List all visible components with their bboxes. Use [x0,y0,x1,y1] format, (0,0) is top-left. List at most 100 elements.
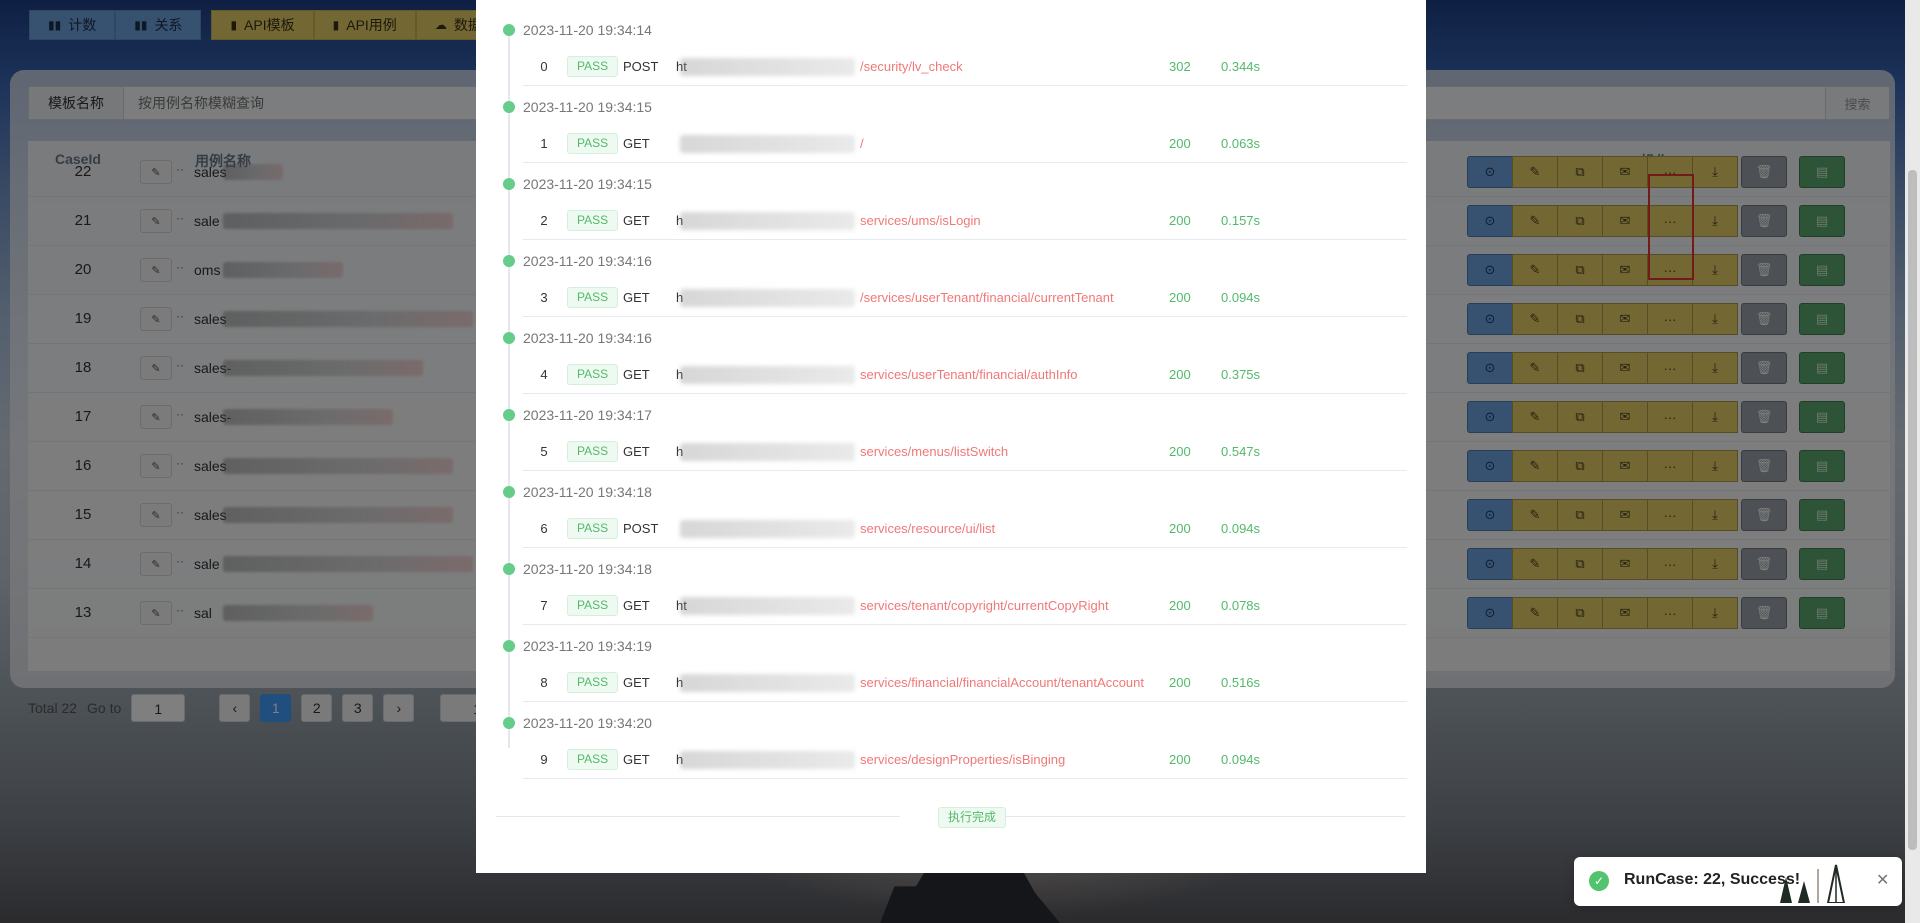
redacted-host [680,366,855,384]
duration: 0.078s [1221,598,1261,613]
timeline-dot [503,255,515,267]
close-icon[interactable]: ✕ [1876,870,1889,890]
timeline-dot [503,640,515,652]
timestamp: 2023-11-20 19:34:15 [523,99,652,115]
check-circle-icon: ✓ [1589,871,1609,891]
request-path[interactable]: /security/lv_check [860,59,963,74]
timeline-entry: 2023-11-20 19:34:18 7 PASS GET ht servic… [500,549,1407,626]
timeline-dot [503,717,515,729]
status-badge: PASS [567,518,619,539]
request-path[interactable]: services/financial/financialAccount/tena… [860,675,1144,690]
redacted-host [680,135,855,153]
timeline-dot [503,563,515,575]
pine-trees-icon [1780,864,1846,903]
timeline-entry: 2023-11-20 19:34:19 8 PASS GET h service… [500,626,1407,703]
redacted-host [680,289,855,307]
request-line: 5 PASS GET h services/menus/listSwitch 2… [523,435,1407,471]
duration: 0.375s [1221,367,1261,382]
request-line: 0 PASS POST ht /security/lv_check 302 0.… [523,50,1407,86]
status-badge: PASS [567,133,619,154]
request-index: 8 [540,675,548,690]
status-code: 200 [1169,521,1191,536]
done-divider: 执行完成 [496,805,1406,829]
status-badge: PASS [567,441,619,462]
duration: 0.547s [1221,444,1261,459]
redacted-host [680,443,855,461]
timeline-dot [503,409,515,421]
request-line: 3 PASS GET h /services/userTenant/financ… [523,281,1407,317]
duration: 0.344s [1221,59,1261,74]
divider-line [496,816,900,817]
request-line: 7 PASS GET ht services/tenant/copyright/… [523,589,1407,625]
status-badge: PASS [567,287,619,308]
timeline-entry: 2023-11-20 19:34:18 6 PASS POST services… [500,472,1407,549]
timeline-dot [503,178,515,190]
request-line: 2 PASS GET h services/ums/isLogin 200 0.… [523,204,1407,240]
status-code: 200 [1169,675,1191,690]
http-method: GET [623,290,650,305]
request-path[interactable]: / [860,136,864,151]
request-index: 5 [540,444,548,459]
timeline-dot [503,101,515,113]
request-line: 9 PASS GET h services/designProperties/i… [523,743,1407,779]
request-path[interactable]: /services/userTenant/financial/currentTe… [860,290,1114,305]
status-code: 200 [1169,444,1191,459]
timeline-entry: 2023-11-20 19:34:15 1 PASS GET / 200 0.0… [500,87,1407,164]
request-line: 4 PASS GET h services/userTenant/financi… [523,358,1407,394]
status-badge: PASS [567,364,619,385]
request-path[interactable]: services/ums/isLogin [860,213,981,228]
status-code: 302 [1169,59,1191,74]
request-path[interactable]: services/userTenant/financial/authInfo [860,367,1078,382]
request-index: 2 [540,213,548,228]
request-index: 0 [540,59,548,74]
request-index: 3 [540,290,548,305]
request-path[interactable]: services/designProperties/isBinging [860,752,1065,767]
status-code: 200 [1169,598,1191,613]
http-method: GET [623,675,650,690]
duration: 0.094s [1221,521,1261,536]
request-path[interactable]: services/menus/listSwitch [860,444,1008,459]
timeline-entry: 2023-11-20 19:34:15 2 PASS GET h service… [500,164,1407,241]
timestamp: 2023-11-20 19:34:18 [523,561,652,577]
timestamp: 2023-11-20 19:34:19 [523,638,652,654]
status-code: 200 [1169,367,1191,382]
http-method: POST [623,59,659,74]
request-line: 6 PASS POST services/resource/ui/list 20… [523,512,1407,548]
http-method: GET [623,213,650,228]
scrollbar-thumb[interactable] [1908,170,1917,850]
timeline-entry: 2023-11-20 19:34:20 9 PASS GET h service… [500,703,1407,780]
redacted-host [680,58,855,76]
timestamp: 2023-11-20 19:34:17 [523,407,652,423]
timeline-entry: 2023-11-20 19:34:16 3 PASS GET h /servic… [500,241,1407,318]
request-index: 7 [540,598,548,613]
status-code: 200 [1169,213,1191,228]
run-log-dialog: 2023-11-20 19:34:14 0 PASS POST ht /secu… [476,0,1426,873]
http-method: POST [623,521,659,536]
timestamp: 2023-11-20 19:34:18 [523,484,652,500]
duration: 0.063s [1221,136,1261,151]
request-index: 6 [540,521,548,536]
status-code: 200 [1169,136,1191,151]
timeline-entry: 2023-11-20 19:34:16 4 PASS GET h service… [500,318,1407,395]
status-code: 200 [1169,290,1191,305]
request-index: 1 [540,136,548,151]
status-badge: PASS [567,56,619,77]
duration: 0.094s [1221,290,1261,305]
timeline-dot [503,486,515,498]
divider-line [1005,816,1406,817]
status-badge: PASS [567,672,619,693]
timestamp: 2023-11-20 19:34:16 [523,253,652,269]
status-badge: PASS [567,749,619,770]
request-line: 1 PASS GET / 200 0.063s [523,127,1407,163]
request-path[interactable]: services/tenant/copyright/currentCopyRig… [860,598,1109,613]
request-path[interactable]: services/resource/ui/list [860,521,995,536]
http-method: GET [623,136,650,151]
redacted-host [680,674,855,692]
done-tag: 执行完成 [938,807,1007,828]
timestamp: 2023-11-20 19:34:14 [523,22,652,38]
http-method: GET [623,598,650,613]
request-index: 9 [540,752,548,767]
redacted-host [680,212,855,230]
timeline-entry: 2023-11-20 19:34:17 5 PASS GET h service… [500,395,1407,472]
timestamp: 2023-11-20 19:34:20 [523,715,652,731]
